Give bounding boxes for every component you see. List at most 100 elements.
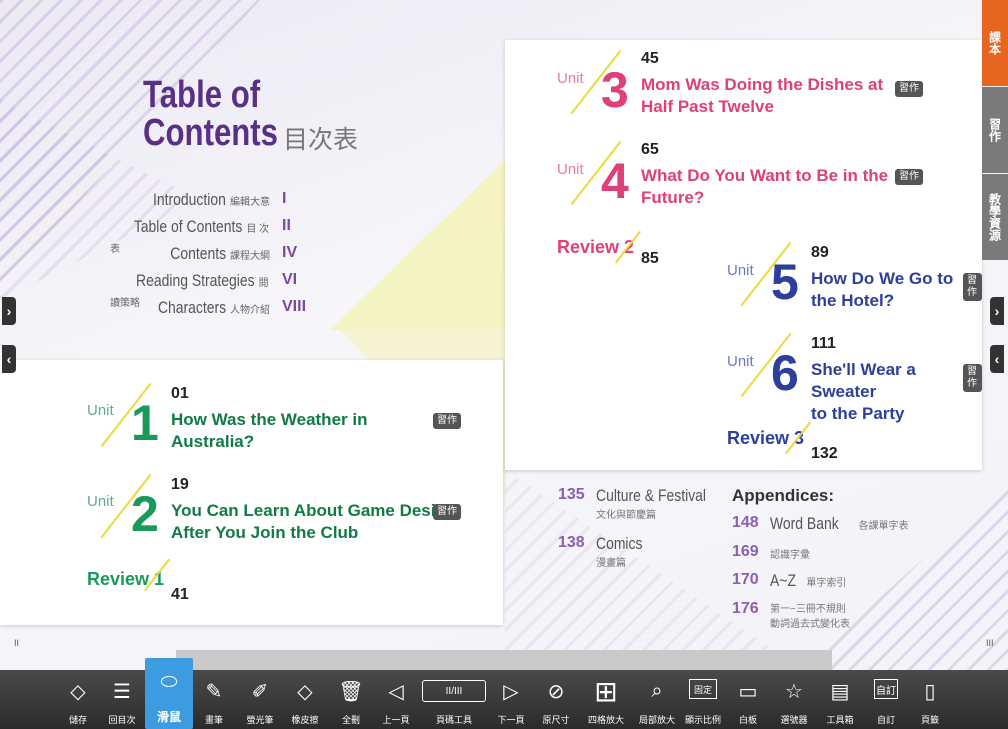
- magnify-icon: ⌕: [651, 679, 663, 702]
- highlighter-button[interactable]: ✐ 螢光筆: [238, 670, 282, 729]
- review-2-page: 85: [641, 250, 659, 267]
- intro-roman-2: II: [282, 217, 291, 234]
- original-size-button[interactable]: ⊘ 原尺寸: [536, 670, 576, 729]
- unit-1-workbook-badge[interactable]: 習作: [433, 413, 461, 429]
- unit-1-number: 1: [131, 395, 159, 451]
- star-icon: ☆: [785, 680, 803, 703]
- intro-roman-3: IV: [282, 244, 298, 261]
- right-panel-expand-arrow[interactable]: ›: [990, 297, 1004, 325]
- unit-5-title-line2: the Hotel?: [811, 291, 895, 310]
- custom-button[interactable]: 自訂 自訂: [866, 670, 906, 729]
- unit-2-number: 2: [131, 486, 159, 542]
- highlighter-icon: ✐: [251, 680, 269, 703]
- next-page-button[interactable]: ▷ 下一頁: [491, 670, 531, 729]
- unit-2-page: 19: [171, 476, 189, 493]
- unit-3-page: 45: [641, 50, 659, 67]
- unit-5-title-line1: How Do We Go to: [811, 269, 954, 288]
- intro-item-contents[interactable]: Contents 課程大綱: [158, 244, 270, 264]
- unit-5-number: 5: [771, 254, 799, 310]
- unit-6-workbook-badge[interactable]: 習作: [963, 364, 982, 392]
- intro-list: Introduction 編輯大意 Table of Contents 目 次 表 …: [110, 190, 310, 330]
- save-button[interactable]: ◇ 儲存: [58, 670, 98, 729]
- triangle-right-icon: ▷: [503, 680, 519, 703]
- toc-title-line1: Table of: [143, 74, 261, 116]
- tab-teaching-resources[interactable]: 教學資源: [982, 174, 1008, 260]
- bottom-toolbar: ◇ 儲存 ☰ 回目次 ⬭ 滑鼠 ✎ 畫筆 ✐ 螢光筆 ◇ 橡皮擦 🗑 全刪 ◁ 上一頁 II/I…: [0, 658, 1008, 729]
- unit-4-title-line2: Future?: [641, 188, 705, 207]
- right-unit-card: Unit 3 45 Mom Was Doing the Dishes at Ha…: [505, 40, 982, 470]
- unit-4-number: 4: [601, 153, 629, 209]
- appendix-irregular-verbs[interactable]: 176 第一~三冊不規則 動詞過去式變化表: [732, 600, 932, 634]
- review-1-page: 41: [171, 586, 189, 603]
- pen-icon: ✎: [205, 680, 223, 703]
- unit-5-page: 89: [811, 244, 829, 261]
- unit-6-title[interactable]: She'll Wear a Sweater to the Party: [811, 359, 982, 425]
- bookmark-icon: ▯: [924, 680, 936, 703]
- toc-title-line2: Contents: [143, 112, 279, 154]
- whiteboard-button[interactable]: ▭ 白板: [728, 670, 768, 729]
- unit-4-title[interactable]: What Do You Want to Be in the Future?: [641, 165, 888, 209]
- unit-5-label: Unit: [727, 262, 754, 279]
- unit-3-number: 3: [601, 62, 629, 118]
- unit-4-label: Unit: [557, 161, 584, 178]
- unit-6-number: 6: [771, 345, 799, 401]
- pen-button[interactable]: ✎ 畫筆: [194, 670, 234, 729]
- display-ratio-button[interactable]: 固定 顯示比例: [682, 670, 724, 729]
- whiteboard-icon: ▭: [738, 680, 758, 703]
- intro-item-introduction[interactable]: Introduction 編輯大意: [137, 190, 270, 210]
- unit-2-workbook-badge[interactable]: 習作: [433, 504, 461, 520]
- eraser-button[interactable]: ◇ 橡皮擦: [285, 670, 325, 729]
- extra-culture-festival[interactable]: 135 Culture & Festival 文化與節慶篇: [558, 486, 718, 522]
- left-panel-expand-arrow[interactable]: ›: [2, 297, 16, 325]
- unit-4-workbook-badge[interactable]: 習作: [895, 169, 923, 185]
- triangle-left-icon: ◁: [388, 680, 404, 703]
- intro-roman-4: VI: [282, 271, 298, 288]
- page-number-tool[interactable]: II/III 頁碼工具: [421, 670, 487, 729]
- diamond-icon: ◇: [70, 680, 86, 703]
- unit-1-label: Unit: [87, 402, 114, 419]
- appendix-a-z[interactable]: 170 A~Z 單字索引: [732, 571, 932, 595]
- monitor-icon: 固定: [689, 679, 717, 699]
- intro-roman-1: I: [282, 190, 287, 207]
- unit-1-page: 01: [171, 385, 189, 402]
- intro-item-characters[interactable]: Characters 人物介紹: [143, 298, 270, 318]
- appendix-word-bank[interactable]: 148 Word Bank 各課單字表: [732, 514, 932, 538]
- unit-6-title-line2: to the Party: [811, 404, 905, 423]
- number-picker-button[interactable]: ☆ 選號器: [773, 670, 815, 729]
- unit-5-workbook-badge[interactable]: 習作: [963, 273, 982, 301]
- right-panel-collapse-arrow[interactable]: ‹: [990, 345, 1004, 373]
- horizontal-scrollbar[interactable]: [176, 650, 832, 670]
- clear-all-button[interactable]: 🗑 全刪: [331, 670, 371, 729]
- appendix-vocab[interactable]: 169 認識字彙: [732, 543, 932, 567]
- unit-2-title[interactable]: You Can Learn About Game Design After Yo…: [171, 500, 456, 544]
- unit-6-title-line1: She'll Wear a Sweater: [811, 360, 916, 401]
- unit-3-title-line1: Mom Was Doing the Dishes at: [641, 75, 884, 94]
- tab-workbook[interactable]: 習作: [982, 87, 1008, 173]
- tab-textbook[interactable]: 課本: [982, 0, 1008, 86]
- mouse-button[interactable]: ⬭ 滑鼠: [145, 658, 193, 729]
- toolbox-button[interactable]: ▤ 工具箱: [820, 670, 860, 729]
- prev-page-button[interactable]: ◁ 上一頁: [376, 670, 416, 729]
- unit-5-title[interactable]: How Do We Go to the Hotel?: [811, 268, 953, 312]
- toc-button[interactable]: ☰ 回目次: [102, 670, 142, 729]
- unit-1-title-line1: How Was the Weather in: [171, 410, 368, 429]
- partial-zoom-button[interactable]: ⌕ 局部放大: [636, 670, 678, 729]
- unit-6-label: Unit: [727, 353, 754, 370]
- grid-icon: ⊞: [594, 675, 618, 707]
- unit-3-label: Unit: [557, 70, 584, 87]
- right-page-marker: III: [986, 638, 994, 648]
- book-viewer: Table of Contents 目次表 Introduction 編輯大意 T…: [0, 0, 1008, 670]
- left-panel-collapse-arrow[interactable]: ‹: [2, 345, 16, 373]
- unit-3-workbook-badge[interactable]: 習作: [895, 81, 923, 97]
- unit-1-title-line2: Australia?: [171, 432, 255, 451]
- custom-icon: 自訂: [874, 679, 898, 699]
- bookmark-button[interactable]: ▯ 頁籤: [910, 670, 950, 729]
- page-number-display: II/III: [422, 680, 486, 702]
- unit-3-title[interactable]: Mom Was Doing the Dishes at Half Past Tw…: [641, 74, 883, 118]
- intro-roman-5: VIII: [282, 298, 307, 315]
- extra-comics[interactable]: 138 Comics 漫畫篇: [558, 534, 718, 570]
- unit-1-title[interactable]: How Was the Weather in Australia?: [171, 409, 367, 453]
- unit-2-title-line2: After You Join the Club: [171, 523, 359, 542]
- zoom-reset-icon: ⊘: [547, 680, 565, 703]
- quad-zoom-button[interactable]: ⊞ 四格放大: [580, 670, 632, 729]
